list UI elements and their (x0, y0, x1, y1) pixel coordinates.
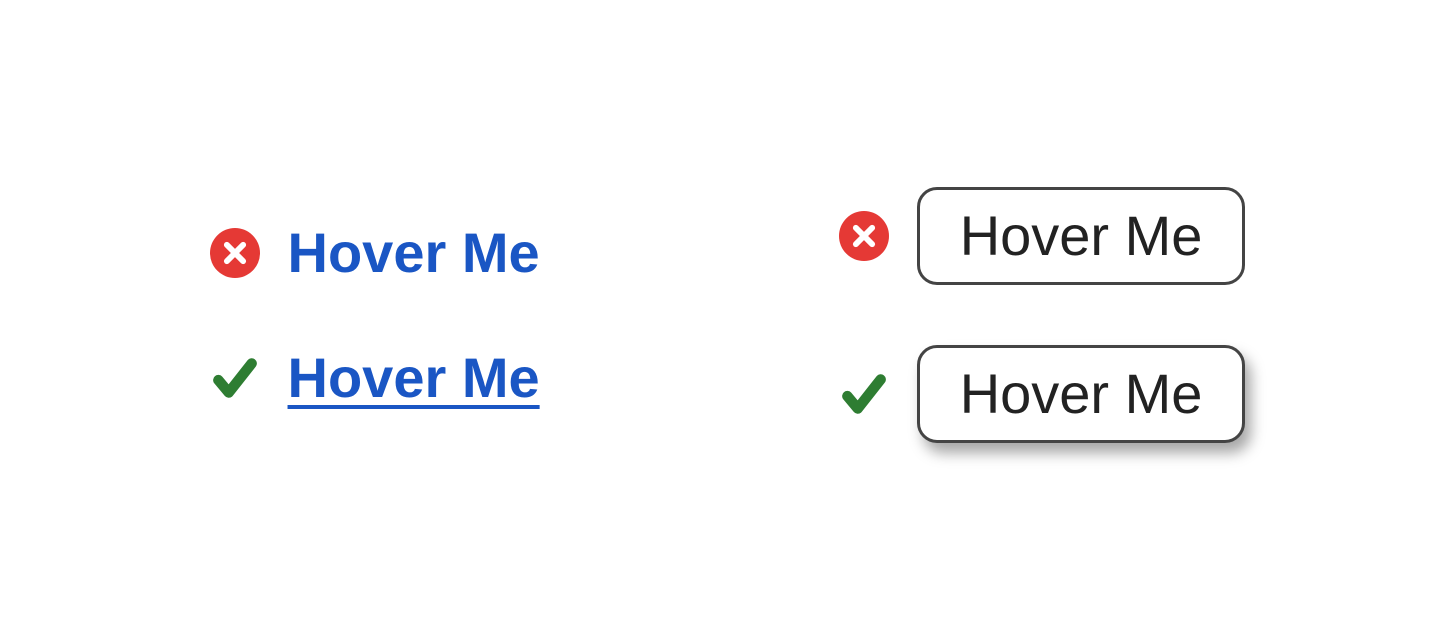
buttons-column: Hover Me Hover Me (839, 187, 1246, 443)
hover-link-plain[interactable]: Hover Me (288, 220, 540, 285)
hover-link-underlined[interactable]: Hover Me (288, 345, 540, 410)
button-bad-example-row: Hover Me (839, 187, 1246, 285)
link-good-example-row: Hover Me (210, 345, 540, 410)
button-good-example-row: Hover Me (839, 345, 1246, 443)
x-icon (839, 211, 889, 261)
links-column: Hover Me Hover Me (210, 220, 540, 410)
hover-button-shadow[interactable]: Hover Me (917, 345, 1246, 443)
check-icon (210, 353, 260, 403)
x-icon (210, 228, 260, 278)
link-bad-example-row: Hover Me (210, 220, 540, 285)
hover-button-plain[interactable]: Hover Me (917, 187, 1246, 285)
check-icon (839, 369, 889, 419)
